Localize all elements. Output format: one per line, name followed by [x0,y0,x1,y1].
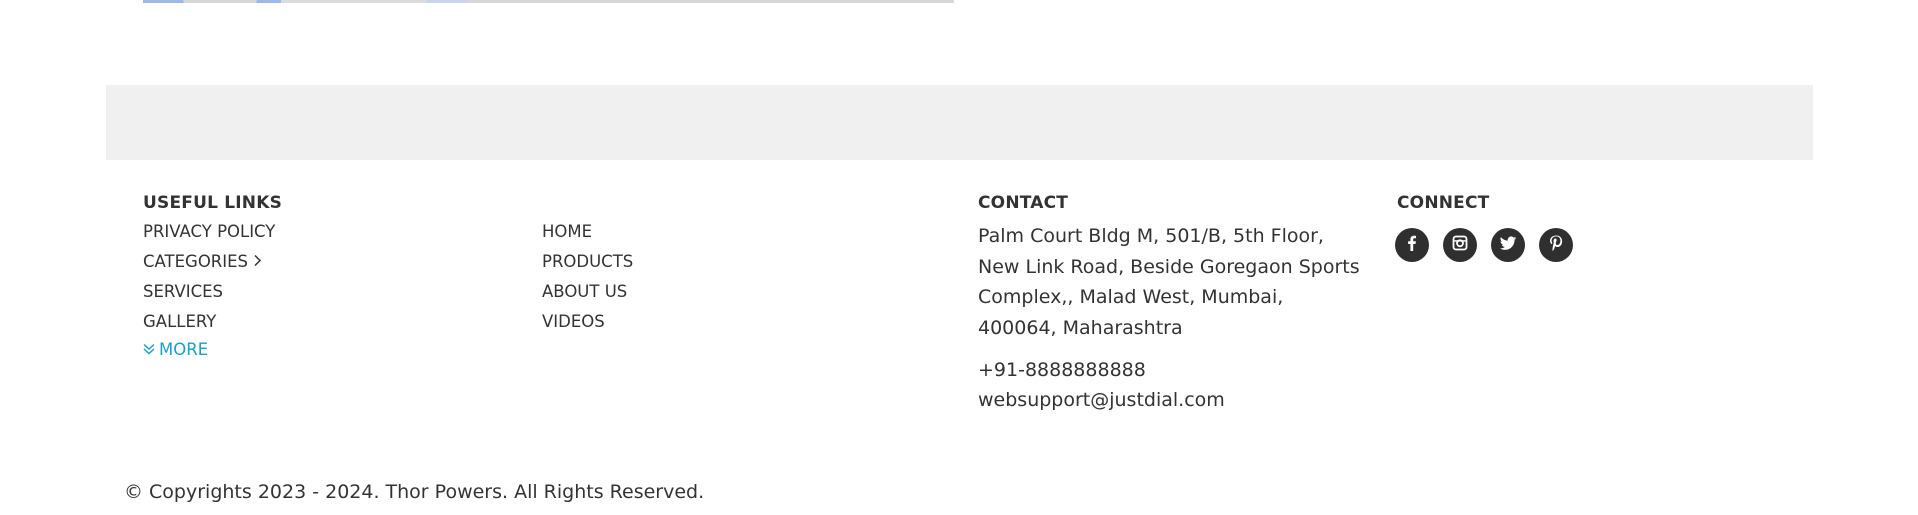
footer-link-label[interactable]: PRIVACY POLICY [143,222,275,241]
facebook-icon [1403,234,1421,256]
footer-link-videos[interactable]: VIDEOS [542,310,633,340]
footer-link-services[interactable]: SERVICES [143,280,275,310]
copyright-text: © Copyrights 2023 - 2024. Thor Powers. A… [124,481,705,503]
footer-link-label[interactable]: GALLERY [143,312,216,331]
contact-phone[interactable]: +91-8888888888 [978,355,1363,385]
footer-link-label[interactable]: SERVICES [143,282,223,301]
social-links [1395,228,1573,262]
footer-link-home[interactable]: HOME [542,220,633,250]
footer-link-label[interactable]: ABOUT US [542,282,627,301]
footer-link-privacy-policy[interactable]: PRIVACY POLICY [143,220,275,250]
map-preview-strip [143,0,954,3]
contact-heading: CONTACT [978,193,1069,213]
instagram-icon [1451,234,1469,256]
chevron-right-icon [253,250,262,274]
pinterest-button[interactable] [1539,228,1573,262]
connect-heading: CONNECT [1397,193,1490,213]
pinterest-icon [1547,234,1565,256]
footer-link-about-us[interactable]: ABOUT US [542,280,633,310]
footer-link-products[interactable]: PRODUCTS [542,250,633,280]
contact-email[interactable]: websupport@justdial.com [978,385,1363,415]
useful-links-column-1: PRIVACY POLICY CATEGORIES SERVICES GALLE… [143,220,275,340]
footer-divider-band [106,85,1813,160]
useful-links-column-2: HOME PRODUCTS ABOUT US VIDEOS [542,220,633,340]
footer-link-gallery[interactable]: GALLERY [143,310,275,340]
footer-link-label[interactable]: VIDEOS [542,312,605,331]
twitter-button[interactable] [1491,228,1525,262]
twitter-icon [1499,234,1517,256]
useful-links-heading: USEFUL LINKS [143,193,283,213]
footer-link-label[interactable]: HOME [542,222,592,241]
more-links-label[interactable]: MORE [159,338,208,362]
footer-link-label[interactable]: CATEGORIES [143,252,248,271]
double-chevron-down-icon [143,338,155,362]
instagram-button[interactable] [1443,228,1477,262]
more-links-toggle[interactable]: MORE [143,338,208,362]
facebook-button[interactable] [1395,228,1429,262]
footer-link-categories[interactable]: CATEGORIES [143,250,275,280]
footer-link-label[interactable]: PRODUCTS [542,252,633,271]
contact-address: Palm Court Bldg M, 501/B, 5th Floor, New… [978,225,1360,339]
contact-details: Palm Court Bldg M, 501/B, 5th Floor, New… [978,221,1363,415]
